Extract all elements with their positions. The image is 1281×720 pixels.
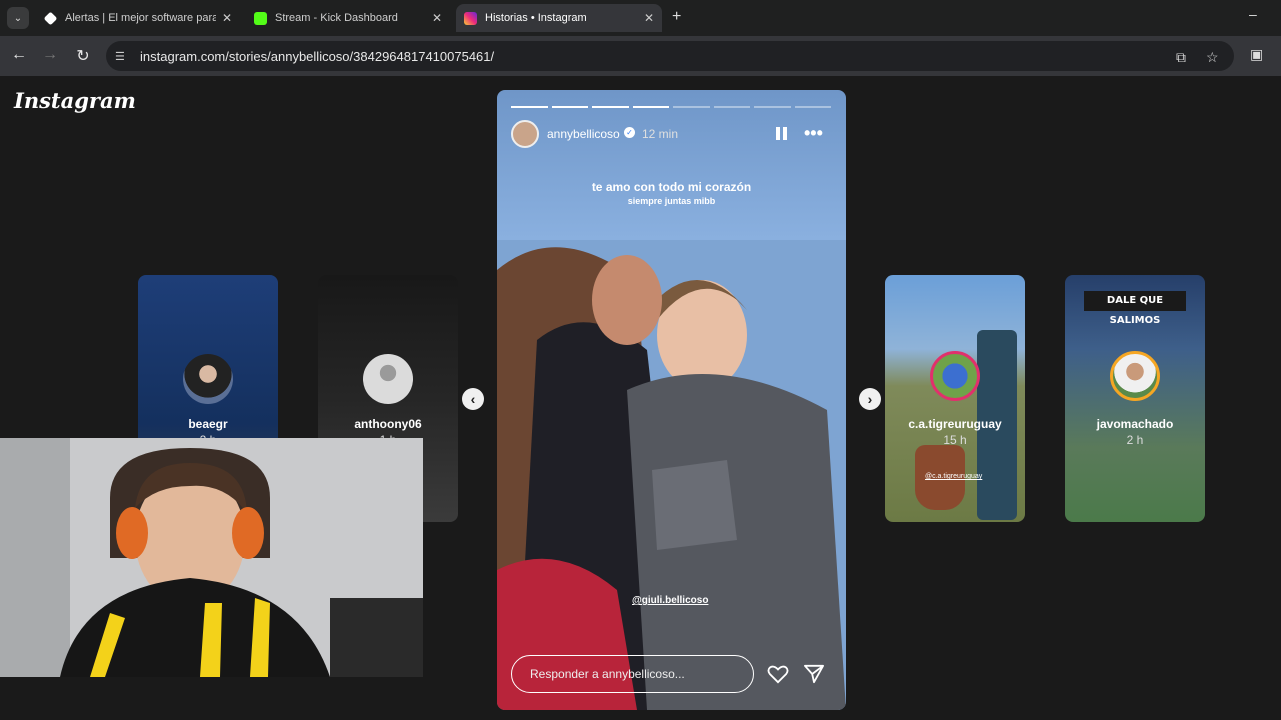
banner-text: DALE QUE SALIMOS	[1084, 291, 1186, 326]
close-icon[interactable]: ✕	[644, 11, 654, 25]
verified-badge-icon: ✓	[624, 127, 635, 138]
tab-label: Historias • Instagram	[485, 12, 587, 24]
avatar	[183, 354, 233, 404]
story-card-javomachado[interactable]: DALE QUE SALIMOS javomachado 2 h	[1065, 275, 1205, 522]
story-username[interactable]: annybellicoso	[547, 127, 620, 141]
story-username: javomachado	[1096, 417, 1174, 431]
story-photo	[497, 240, 846, 710]
tab-label: Stream - Kick Dashboard	[275, 12, 398, 24]
active-story[interactable]: annybellicoso ✓ 12 min ••• te amo con to…	[497, 90, 846, 710]
install-app-icon[interactable]: ⧉	[1176, 49, 1186, 66]
avatar	[363, 354, 413, 404]
back-arrow-icon[interactable]: ←	[9, 46, 29, 64]
progress-segment	[632, 106, 669, 108]
story-subcaption: siempre juntas mibb	[627, 196, 716, 206]
reply-input[interactable]: Responder a annybellicoso...	[511, 655, 754, 693]
story-user-avatar[interactable]	[511, 120, 539, 148]
forward-arrow-icon[interactable]: →	[40, 46, 60, 64]
tab-alertas[interactable]: Alertas | El mejor software para ✕	[36, 4, 240, 32]
more-options-icon[interactable]: •••	[804, 123, 823, 144]
kick-favicon-icon	[254, 11, 267, 25]
address-bar[interactable]: ☰ instagram.com/stories/annybellicoso/38…	[106, 41, 1234, 71]
story-time: 2 h	[1126, 433, 1144, 447]
tab-search-button[interactable]: ⌄	[7, 7, 29, 29]
mention-sticker: @c.a.tigreuruguay	[925, 473, 983, 480]
progress-segment	[713, 106, 750, 108]
tab-label: Alertas | El mejor software para	[65, 12, 216, 24]
avatar	[1110, 351, 1160, 401]
next-story-chevron-icon[interactable]: ›	[859, 388, 881, 410]
close-icon[interactable]: ✕	[432, 11, 442, 25]
progress-segment	[794, 106, 831, 108]
story-progress-bar	[511, 106, 831, 108]
progress-segment	[551, 106, 588, 108]
heart-icon[interactable]	[767, 664, 789, 684]
new-tab-button[interactable]: +	[672, 8, 681, 26]
alertas-favicon-icon	[43, 11, 58, 25]
pause-icon[interactable]	[776, 127, 788, 140]
bookmark-star-icon[interactable]: ☆	[1206, 49, 1219, 66]
webcam-overlay	[0, 438, 423, 677]
tab-instagram[interactable]: Historias • Instagram ✕	[456, 4, 662, 32]
extensions-puzzle-icon[interactable]: ▣	[1250, 46, 1263, 63]
story-card-tigreuruguay[interactable]: c.a.tigreuruguay 15 h @c.a.tigreuruguay	[885, 275, 1025, 522]
send-icon[interactable]	[803, 664, 825, 684]
previous-story-chevron-icon[interactable]: ‹	[462, 388, 484, 410]
story-caption: te amo con todo mi corazón	[591, 180, 752, 194]
minimize-button[interactable]: –	[1249, 6, 1257, 22]
mention-sticker[interactable]: @giuli.bellicoso	[632, 595, 708, 606]
story-time: 12 min	[642, 127, 679, 141]
site-info-icon[interactable]: ☰	[115, 50, 131, 63]
story-time: 15 h	[943, 433, 967, 447]
progress-segment	[592, 106, 629, 108]
instagram-favicon-icon	[464, 11, 477, 25]
instagram-logo[interactable]: Instagram	[14, 88, 136, 113]
progress-segment	[754, 106, 791, 108]
progress-segment	[673, 106, 710, 108]
story-username: c.a.tigreuruguay	[908, 417, 1002, 431]
story-username: anthoony06	[354, 417, 422, 431]
story-username: beaegr	[188, 417, 228, 431]
browser-toolbar: ← → ↻ ☰ instagram.com/stories/annybellic…	[0, 36, 1281, 76]
tab-kick[interactable]: Stream - Kick Dashboard ✕	[246, 4, 450, 32]
avatar	[930, 351, 980, 401]
url-text: instagram.com/stories/annybellicoso/3842…	[140, 48, 495, 64]
reload-icon[interactable]: ↻	[73, 46, 93, 66]
close-icon[interactable]: ✕	[222, 11, 232, 25]
progress-segment	[511, 106, 548, 108]
